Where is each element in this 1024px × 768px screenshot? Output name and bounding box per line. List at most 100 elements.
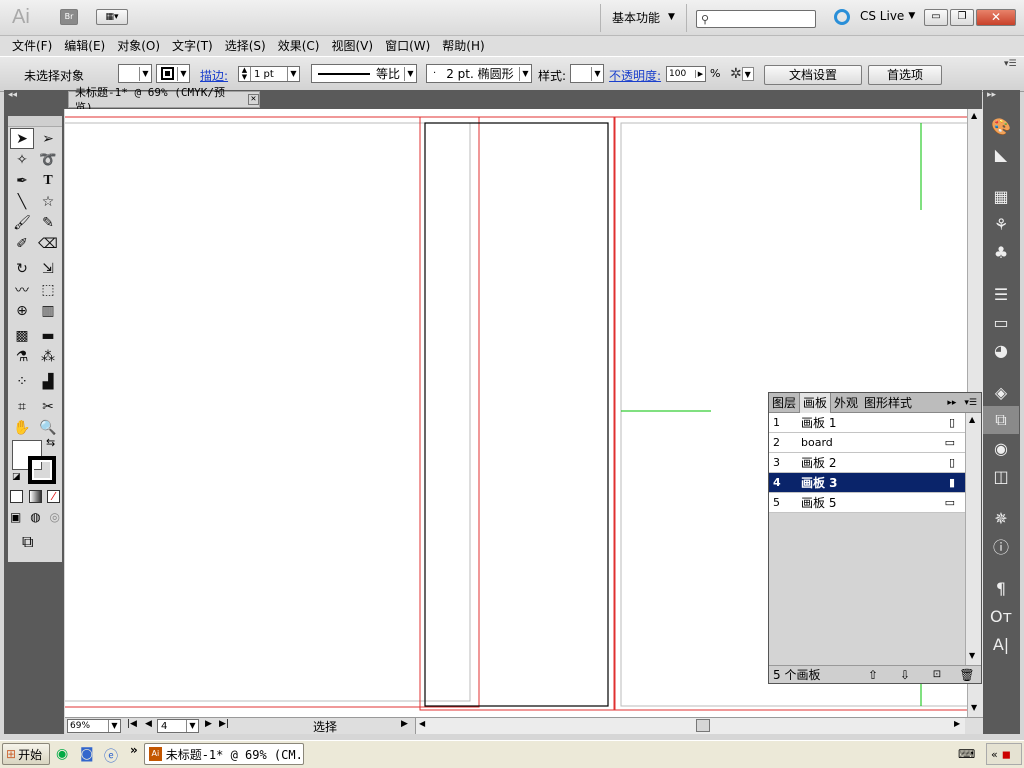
artboard-number-field[interactable]: 4 ▼: [157, 719, 199, 733]
color-guide-icon[interactable]: ◣: [983, 140, 1019, 168]
artboard-row[interactable]: 2 board ▭: [769, 433, 965, 453]
stroke-weight-field[interactable]: ▲ ▼ 1 pt ▼: [238, 66, 300, 82]
zoom-tool-icon[interactable]: 🔍: [36, 417, 60, 438]
blob-brush-tool-icon[interactable]: ✐: [10, 233, 34, 254]
scroll-left-icon[interactable]: ◀: [419, 719, 425, 728]
artboard-page-icon[interactable]: ▯: [949, 416, 955, 429]
artboard-row[interactable]: 3 画板 2 ▯: [769, 453, 965, 473]
brush-select[interactable]: · 2 pt. 椭圆形 ▼: [426, 64, 532, 83]
stroke-profile-select[interactable]: 等比 ▼: [311, 64, 417, 83]
line-tool-icon[interactable]: ╲: [10, 191, 34, 212]
symbols-icon[interactable]: ♣: [983, 238, 1019, 266]
free-transform-tool-icon[interactable]: ⬚: [36, 279, 60, 300]
gradient-tool-icon[interactable]: ▬: [36, 325, 60, 346]
app-icon[interactable]: ◙: [80, 746, 94, 762]
layers-icon[interactable]: ◈: [983, 378, 1019, 406]
hand-tool-icon[interactable]: ✋: [10, 417, 34, 438]
lasso-tool-icon[interactable]: ➰: [36, 149, 60, 170]
magic-wand-tool-icon[interactable]: ✧: [10, 149, 34, 170]
artboard-page-icon[interactable]: ▮: [949, 476, 955, 489]
search-input[interactable]: ⚲: [696, 10, 816, 28]
menu-window[interactable]: 窗口(W): [379, 36, 436, 56]
last-artboard-icon[interactable]: ▶|: [219, 719, 229, 729]
stroke-color-swatch[interactable]: [28, 456, 56, 484]
panel-scrollbar[interactable]: ▲ ▼: [965, 413, 981, 665]
symbol-sprayer-tool-icon[interactable]: ⁘: [10, 371, 34, 392]
direct-selection-tool-icon[interactable]: ➢: [36, 128, 60, 149]
document-settings-button[interactable]: 文档设置: [764, 65, 862, 85]
overflow-icon[interactable]: »: [130, 743, 138, 757]
artboard-row-selected[interactable]: 4 画板 3 ▮: [769, 473, 965, 493]
artboards-icon[interactable]: ⧉: [983, 406, 1019, 434]
trash-icon[interactable]: 🗑: [953, 668, 981, 682]
tray-collapse-icon[interactable]: «: [991, 748, 998, 761]
navigator-icon[interactable]: ✵: [983, 504, 1019, 532]
info-icon[interactable]: ⓘ: [983, 532, 1019, 560]
workspace-switcher[interactable]: 基本功能 ▼: [612, 8, 675, 26]
tab-graphic-styles[interactable]: 图形样式: [861, 394, 915, 411]
taskbar-task-illustrator[interactable]: Ai 未标题-1* @ 69% (CM...: [144, 743, 304, 765]
menu-select[interactable]: 选择(S): [219, 36, 272, 56]
scroll-up-icon[interactable]: ▲: [969, 415, 975, 424]
keyboard-icon[interactable]: ⌨: [958, 747, 975, 761]
stepper-icon[interactable]: ▲ ▼: [239, 67, 251, 81]
scroll-right-icon[interactable]: ▶: [954, 719, 960, 728]
status-menu-icon[interactable]: ▶: [401, 719, 408, 729]
tray-app-icon[interactable]: ◼: [1002, 748, 1011, 761]
screen-mode-icon[interactable]: ⧉: [22, 532, 33, 552]
panel-menu-icon[interactable]: ▾☰: [1004, 59, 1017, 69]
eraser-tool-icon[interactable]: ⌫: [36, 233, 60, 254]
pen-tool-icon[interactable]: ✒: [10, 170, 34, 191]
transparency-icon[interactable]: ◕: [983, 336, 1019, 364]
color-mode-icon[interactable]: [10, 490, 23, 503]
opacity-field[interactable]: 100 ▶: [666, 66, 706, 82]
draw-normal-icon[interactable]: ▣: [10, 510, 21, 524]
swap-colors-icon[interactable]: ⇆: [46, 436, 55, 449]
artboard-row[interactable]: 1 画板 1 ▯: [769, 413, 965, 433]
swatches-icon[interactable]: ▦: [983, 182, 1019, 210]
preferences-button[interactable]: 首选项: [868, 65, 942, 85]
gradient-mode-icon[interactable]: [28, 490, 42, 503]
arrange-documents-button[interactable]: ▦▾: [96, 9, 128, 25]
close-button[interactable]: ✕: [976, 9, 1016, 26]
selection-tool-icon[interactable]: ➤: [10, 128, 34, 149]
none-mode-icon[interactable]: ⁄: [47, 490, 60, 503]
scroll-down-icon[interactable]: ▼: [969, 651, 975, 660]
appearance-icon[interactable]: ◉: [983, 434, 1019, 462]
paintbrush-tool-icon[interactable]: 🖌: [10, 212, 34, 233]
draw-behind-icon[interactable]: ◍: [30, 510, 40, 524]
tab-artboards[interactable]: 画板: [799, 392, 832, 413]
panel-menu-icon[interactable]: ▾☰: [964, 398, 977, 408]
paragraph-icon[interactable]: ¶: [983, 574, 1019, 602]
next-artboard-icon[interactable]: ▶: [205, 719, 212, 729]
pencil-tool-icon[interactable]: ✎: [36, 212, 60, 233]
cslive-menu[interactable]: CS Live ▼: [860, 9, 915, 23]
tab-appearance[interactable]: 外观: [831, 394, 861, 411]
artboard-row[interactable]: 5 画板 5 ▭: [769, 493, 965, 513]
shape-builder-tool-icon[interactable]: ⊕: [10, 300, 34, 321]
opacity-label-link[interactable]: 不透明度:: [609, 67, 661, 84]
eyedropper-tool-icon[interactable]: ⚗: [10, 346, 34, 367]
bridge-button[interactable]: Br: [60, 9, 78, 25]
toolbox-gripper[interactable]: [8, 116, 62, 127]
new-artboard-icon[interactable]: ⊡: [921, 669, 953, 680]
scroll-thumb[interactable]: [696, 719, 710, 732]
restore-button[interactable]: ❐: [950, 9, 974, 26]
menu-object[interactable]: 对象(O): [111, 36, 166, 56]
menu-file[interactable]: 文件(F): [6, 36, 58, 56]
graphic-styles-icon[interactable]: ◫: [983, 462, 1019, 490]
tab-layers[interactable]: 图层: [769, 394, 799, 411]
panel-expand-icon[interactable]: ▸▸: [947, 398, 956, 408]
warp-tool-icon[interactable]: 〰: [10, 279, 34, 300]
rotate-tool-icon[interactable]: ↻: [10, 258, 34, 279]
document-tab[interactable]: 未标题-1* @ 69% (CMYK/预览) ✕: [68, 86, 260, 114]
slice-tool-icon[interactable]: ✂: [36, 396, 60, 417]
color-panel-icon[interactable]: 🎨: [983, 112, 1019, 140]
expand-icon[interactable]: ▸▸: [987, 90, 996, 100]
menu-type[interactable]: 文字(T): [166, 36, 219, 56]
default-colors-icon[interactable]: ◪: [12, 472, 21, 482]
artboard-landscape-icon[interactable]: ▭: [945, 496, 955, 509]
close-tab-icon[interactable]: ✕: [248, 94, 259, 105]
collapse-icon[interactable]: ◂◂: [8, 90, 17, 100]
recolor-button[interactable]: ✲ ▼: [730, 65, 754, 83]
